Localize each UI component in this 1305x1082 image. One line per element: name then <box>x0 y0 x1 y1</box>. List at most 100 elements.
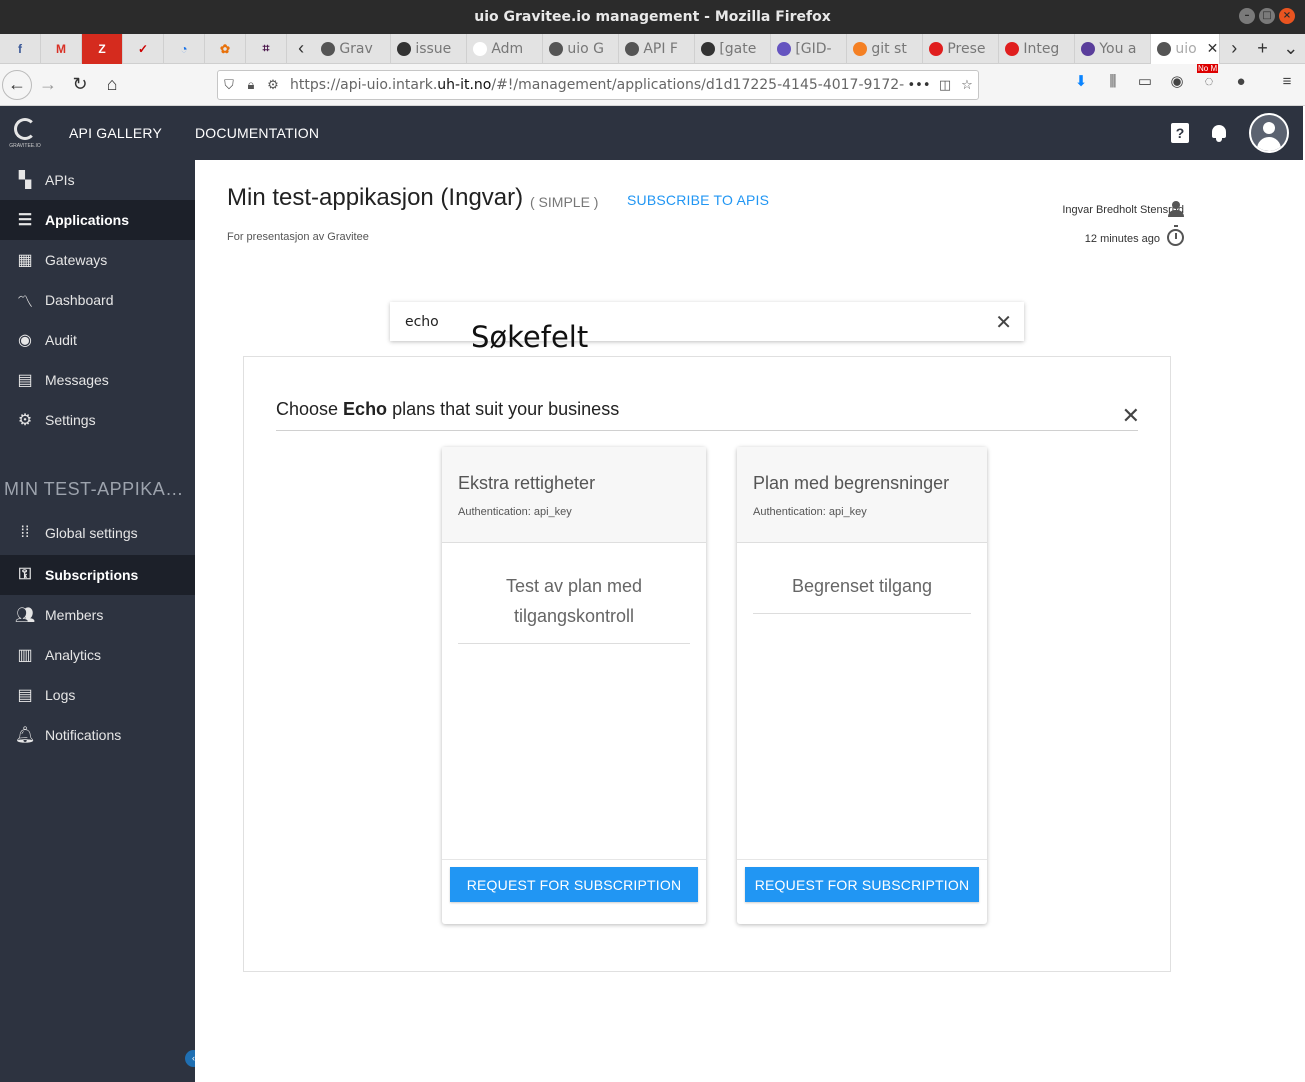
nav-documentation[interactable]: DOCUMENTATION <box>195 125 319 141</box>
request-subscription-button[interactable]: REQUEST FOR SUBSCRIPTION <box>450 867 698 902</box>
nav-api-gallery[interactable]: API GALLERY <box>69 125 162 141</box>
window-titlebar: uio Gravitee.io management - Mozilla Fir… <box>0 0 1305 34</box>
main-content: Min test-appikasjon (Ingvar) ( SIMPLE ) … <box>195 160 1303 1082</box>
addon-icon[interactable]: ◌ No M <box>1197 63 1219 90</box>
sidebar-item-settings[interactable]: ⚙ Settings <box>0 400 195 440</box>
api-name: Echo <box>343 399 388 419</box>
tab-favicon-icon <box>701 41 716 56</box>
menu-icon[interactable]: ≡ <box>1277 73 1297 90</box>
pinned-tab[interactable]: ◔ <box>164 33 205 64</box>
browser-tab[interactable]: [gate <box>695 33 772 64</box>
sidebar-item-applications[interactable]: ☰ Applications <box>0 200 195 240</box>
pinned-tab[interactable]: ⌗ <box>246 33 287 64</box>
request-subscription-button[interactable]: REQUEST FOR SUBSCRIPTION <box>745 867 979 902</box>
scroll-tabs-left-icon[interactable]: ‹ <box>287 38 315 59</box>
annotation-label: Søkefelt <box>471 320 589 354</box>
browser-tab[interactable]: issue <box>391 33 468 64</box>
pocket-icon[interactable]: ◫ <box>934 78 956 93</box>
pinned-tab[interactable]: Z <box>82 33 123 64</box>
owner-name: Ingvar Bredholt Stensrud <box>1062 204 1184 216</box>
plans-panel: Choose Echo plans that suit your busines… <box>243 356 1171 972</box>
dashboard-icon: ▚ <box>18 172 32 189</box>
pinned-tab[interactable]: f <box>0 33 41 64</box>
gear-icon: ⚙ <box>17 412 33 429</box>
plans-heading-suffix: plans that suit your business <box>387 399 620 419</box>
sidebar-item-global-settings[interactable]: ⁞⁞ Global settings <box>0 513 195 553</box>
browser-tab[interactable]: API F <box>619 33 696 64</box>
sidebar-item-dashboard[interactable]: 〽 Dashboard <box>0 280 195 320</box>
account-icon[interactable]: ◉ <box>1167 72 1187 90</box>
notification-bell-icon[interactable] <box>1211 124 1227 142</box>
permissions-icon[interactable]: ⚙ <box>262 78 284 93</box>
sidebar-item-audit[interactable]: ◉ Audit <box>0 320 195 360</box>
sidebar-item-apis[interactable]: ▚ APIs <box>0 160 195 200</box>
sidebar-item-label: Audit <box>45 332 77 348</box>
sidebar: ▚ APIs ☰ Applications ▦ Gateways 〽 Dashboard… <box>0 160 195 1082</box>
download-icon[interactable]: ⬇ <box>1071 72 1091 90</box>
close-plans-icon[interactable]: ✕ <box>1122 403 1140 429</box>
updated-time: 12 minutes ago <box>1084 233 1160 245</box>
pinned-tab[interactable]: ✓ <box>123 33 164 64</box>
user-avatar[interactable] <box>1249 113 1289 153</box>
subscribe-to-apis-link[interactable]: SUBSCRIBE TO APIS <box>627 192 769 208</box>
sidebar-item-gateways[interactable]: ▦ Gateways <box>0 240 195 280</box>
back-button[interactable]: ← <box>2 69 32 100</box>
person-icon <box>1167 200 1185 218</box>
tab-favicon-icon <box>321 41 336 56</box>
browser-tab[interactable]: Integ <box>999 33 1076 64</box>
sidebar-item-analytics[interactable]: ▥ Analytics <box>0 635 195 675</box>
tab-label: git st <box>871 40 907 57</box>
browser-tab[interactable]: Prese <box>923 33 1000 64</box>
pinned-tab[interactable]: ✿ <box>205 33 246 64</box>
page-actions-icon[interactable]: ••• <box>904 78 934 93</box>
help-icon[interactable]: ? <box>1171 123 1189 143</box>
gravitee-logo-icon <box>14 117 36 140</box>
browser-tab[interactable]: [GID- <box>771 33 848 64</box>
tab-label: Adm <box>491 40 524 57</box>
gravitee-logo[interactable]: GRAVITEE.IO <box>0 106 50 160</box>
bookmark-star-icon[interactable]: ☆ <box>956 78 978 93</box>
application-type: ( SIMPLE ) <box>530 194 599 210</box>
url-text[interactable]: https://api-uio.intark.uh-it.no/#!/manag… <box>290 77 904 93</box>
url-bar[interactable]: ⛉ 🔒︎ ⚙ https://api-uio.intark.uh-it.no/#… <box>217 70 979 100</box>
list-all-tabs-icon[interactable]: ⌄ <box>1277 38 1305 59</box>
plans-heading-prefix: Choose <box>276 399 344 419</box>
tab-favicon-icon <box>853 41 868 56</box>
new-tab-icon[interactable]: + <box>1248 38 1276 59</box>
browser-tab[interactable]: uio G <box>543 33 620 64</box>
browser-tab[interactable]: git st <box>847 33 924 64</box>
browser-tab[interactable]: You a <box>1075 33 1152 64</box>
close-tab-icon[interactable]: ✕ <box>1207 41 1219 57</box>
tab-active[interactable]: uio ✕ <box>1151 33 1221 64</box>
home-button[interactable]: ⌂ <box>96 69 128 101</box>
clear-search-icon[interactable]: ✕ <box>995 310 1012 335</box>
page-title: Min test-appikasjon (Ingvar) <box>227 184 524 211</box>
reload-button[interactable]: ↻ <box>64 69 96 101</box>
sidebar-item-logs[interactable]: ▤ Logs <box>0 675 195 715</box>
pinned-tab[interactable]: M <box>41 33 82 64</box>
forward-button[interactable]: → <box>32 69 64 101</box>
scroll-tabs-right-icon[interactable]: › <box>1220 38 1248 59</box>
browser-tab[interactable]: Grav <box>315 33 392 64</box>
minimize-button[interactable]: – <box>1239 8 1255 24</box>
plan-description: Test av plan med tilgangskontroll <box>458 571 690 644</box>
sidebar-item-subscriptions[interactable]: ⚿ Subscriptions <box>0 555 195 595</box>
maximize-button[interactable]: □ <box>1259 8 1275 24</box>
sidebar-item-notifications[interactable]: 🔔︎ Notifications <box>0 715 195 755</box>
privacy-badger-icon[interactable]: ● <box>1231 73 1251 90</box>
tab-favicon-icon <box>777 41 792 56</box>
library-icon[interactable]: ⫼ <box>1103 73 1123 90</box>
tab-label: uio G <box>567 40 604 57</box>
shield-icon[interactable]: ⛉ <box>218 78 240 93</box>
close-window-button[interactable]: × <box>1279 8 1295 24</box>
plan-card-header: Plan med begrensninger Authentication: a… <box>737 447 987 543</box>
lock-icon[interactable]: 🔒︎ <box>240 78 262 93</box>
tab-label: Prese <box>947 40 986 57</box>
application-description: For presentasjon av Gravitee <box>227 231 369 243</box>
browser-tab[interactable]: Adm <box>467 33 544 64</box>
tab-favicon-icon <box>1005 41 1020 56</box>
sidebar-item-messages[interactable]: ▤ Messages <box>0 360 195 400</box>
sidebar-item-members[interactable]: 👥︎ Members <box>0 595 195 635</box>
sidebar-icon[interactable]: ▭ <box>1135 72 1155 90</box>
grid-dots-icon: ⁞⁞ <box>20 524 30 541</box>
